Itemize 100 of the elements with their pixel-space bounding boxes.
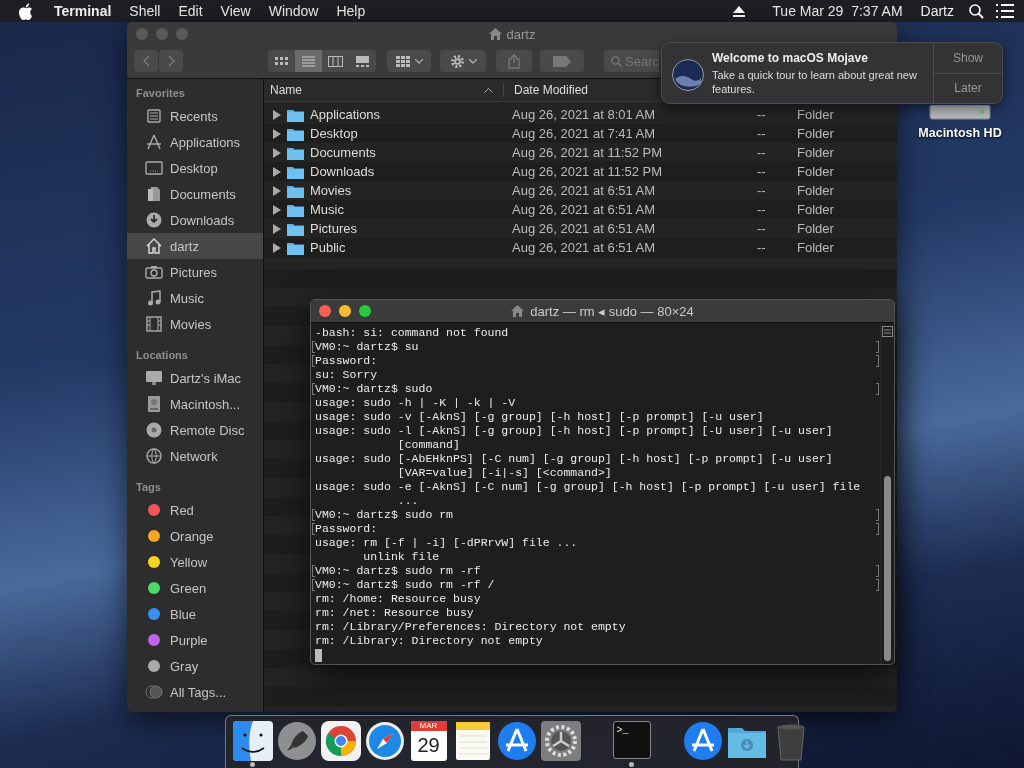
disclosure-triangle-icon[interactable] (273, 223, 281, 234)
sidebar-item[interactable]: Documents (127, 181, 263, 207)
notification-button[interactable]: Later (934, 72, 1002, 103)
terminal-line: rm: /Library: Directory not empty (315, 634, 543, 647)
gallery-view-icon (354, 53, 371, 69)
disclosure-triangle-icon[interactable] (273, 147, 281, 158)
sidebar-item[interactable]: Desktop (127, 155, 263, 181)
sidebar-item[interactable]: Purple (127, 627, 263, 653)
sidebar-item[interactable]: Blue (127, 601, 263, 627)
apple-logo-icon[interactable] (18, 2, 33, 20)
gear-icon[interactable] (540, 721, 581, 761)
sidebar-heading: Locations (135, 348, 189, 363)
group-button[interactable] (387, 50, 431, 72)
monitor-icon (145, 370, 163, 386)
sidebar-item[interactable]: Orange (127, 523, 263, 549)
scrollbar-thumb[interactable] (884, 476, 891, 661)
menu-clock[interactable]: Tue Mar 29 7:37 AM (763, 3, 912, 19)
sidebar-item[interactable]: Applications (127, 129, 263, 155)
size-cell-text: -- (757, 240, 767, 255)
eject-icon[interactable] (733, 5, 746, 17)
sidebar-item[interactable]: Gray (127, 653, 263, 679)
sidebar-item[interactable]: Downloads (127, 207, 263, 233)
sidebar-item[interactable]: Pictures (127, 259, 263, 285)
file-name[interactable]: Desktop (310, 126, 358, 141)
calendar-app-icon[interactable]: MAR 29 (410, 721, 447, 761)
user-menu[interactable]: Dartz (911, 3, 963, 19)
window-title: dartz (506, 26, 536, 42)
tags-icon (145, 685, 163, 699)
sidebar-item[interactable]: Recents (127, 103, 263, 129)
search-icon (611, 55, 622, 67)
terminal-app-icon[interactable]: >_ (612, 721, 651, 759)
size-cell-text: -- (757, 107, 767, 122)
file-name[interactable]: Public (310, 240, 346, 255)
app-menu[interactable]: Terminal (45, 3, 121, 19)
terminal-line: usage: sudo -e [-AknS] [-C num] [-g group] [-h host] [-p prompt] [-u user] file (315, 480, 861, 493)
disclosure-triangle-icon[interactable] (273, 185, 281, 196)
date-modified: Aug 26, 2021 at 7:41 AM (512, 126, 657, 141)
menu-item[interactable]: View (211, 3, 260, 19)
music-note-icon (147, 290, 161, 306)
size-cell-text: -- (757, 126, 767, 141)
file-name[interactable]: Applications (310, 107, 381, 122)
menu-item[interactable]: Shell (120, 3, 170, 19)
desktop-icon-label[interactable]: Macintosh HD (918, 126, 1002, 140)
kind-cell: Folder (797, 164, 834, 179)
date-modified: Aug 26, 2021 at 6:51 AM (512, 240, 657, 255)
file-name[interactable]: Movies (310, 183, 352, 198)
disclosure-triangle-icon[interactable] (273, 128, 281, 139)
hard-drive-icon[interactable] (928, 105, 992, 120)
folder-icon (287, 183, 304, 198)
file-name[interactable]: Documents (310, 145, 376, 160)
sidebar-item[interactable]: Yellow (127, 549, 263, 575)
sidebar-item[interactable]: dartz (127, 233, 263, 259)
kind-cell: Folder (797, 145, 834, 160)
notification-button[interactable]: Show (934, 43, 1002, 73)
compass-icon[interactable] (364, 721, 405, 761)
app-store-icon[interactable] (682, 721, 723, 761)
share-icon (508, 53, 520, 69)
sidebar-item[interactable]: Macintosh... (127, 391, 263, 417)
sidebar-item[interactable]: Network (127, 443, 263, 469)
menu-item[interactable]: Help (327, 3, 375, 19)
split-pane-icon[interactable] (882, 326, 893, 337)
rocket-icon[interactable] (276, 721, 317, 761)
sidebar-item[interactable]: All Tags... (127, 679, 263, 705)
date-modified: Aug 26, 2021 at 6:51 AM (512, 202, 657, 217)
disclosure-triangle-icon[interactable] (273, 242, 281, 253)
window-title: dartz — rm ◂ sudo — 80×24 (530, 303, 694, 319)
sort-caret-icon[interactable] (484, 87, 493, 93)
search-icon[interactable] (969, 3, 984, 19)
file-name[interactable]: Music (310, 202, 344, 217)
sidebar-item[interactable]: Red (127, 497, 263, 523)
terminal-line: usage: sudo -h | -K | -k | -V (315, 396, 516, 409)
action-button[interactable] (440, 50, 486, 72)
minimize-button[interactable] (339, 305, 351, 317)
app-store-icon[interactable] (496, 721, 537, 761)
terminal-line: rm: /home: Resource busy (315, 592, 481, 605)
sidebar-item[interactable]: Music (127, 285, 263, 311)
camera-icon (145, 265, 163, 279)
tag-icon (553, 55, 571, 67)
disclosure-triangle-icon[interactable] (273, 204, 281, 215)
column-header[interactable]: Date Modified (504, 83, 589, 97)
list-icon[interactable] (996, 4, 1014, 18)
kind-cell: Folder (797, 183, 834, 198)
close-button[interactable] (319, 305, 331, 317)
disclosure-triangle-icon[interactable] (273, 166, 281, 177)
menu-item[interactable]: Edit (169, 3, 212, 19)
chevron-right-icon (167, 55, 175, 67)
disclosure-triangle-icon[interactable] (273, 109, 281, 120)
terminal-line: usage: sudo [-AbEHknPS] [-C num] [-g group] [-h host] [-p prompt] [-u user] (315, 452, 833, 465)
finder-face-icon[interactable] (232, 721, 273, 761)
sidebar-item[interactable]: Movies (127, 311, 263, 337)
sidebar-item[interactable]: Remote Disc (127, 417, 263, 443)
menu-item[interactable]: Window (259, 3, 328, 19)
sidebar-item[interactable]: Dartz's iMac (127, 365, 263, 391)
sidebar-item[interactable]: Green (127, 575, 263, 601)
terminal-line: [command] (396, 438, 460, 451)
column-header[interactable]: Name (270, 83, 302, 97)
zoom-button[interactable] (359, 305, 371, 317)
file-name[interactable]: Pictures (310, 221, 357, 236)
file-name[interactable]: Downloads (310, 164, 375, 179)
browser-icon[interactable] (320, 721, 361, 761)
